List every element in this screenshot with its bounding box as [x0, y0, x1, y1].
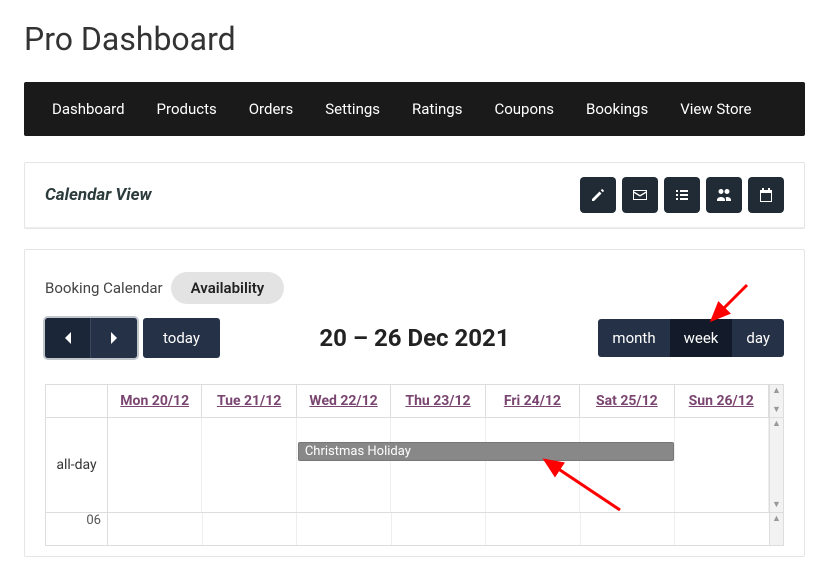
tab-booking-calendar[interactable]: Booking Calendar	[45, 279, 163, 297]
edit-button[interactable]	[580, 177, 616, 213]
allday-cell[interactable]	[675, 418, 769, 512]
allday-cell[interactable]	[202, 418, 296, 512]
day-header-tue[interactable]: Tue 21/12	[202, 385, 296, 417]
day-header-wed[interactable]: Wed 22/12	[297, 385, 391, 417]
users-button[interactable]	[706, 177, 742, 213]
list-button[interactable]	[664, 177, 700, 213]
all-day-label: all-day	[46, 418, 108, 512]
day-header-sat[interactable]: Sat 25/12	[580, 385, 674, 417]
hour-cell[interactable]	[297, 513, 392, 545]
nav-coupons[interactable]: Coupons	[478, 82, 570, 136]
day-header-thu[interactable]: Thu 23/12	[391, 385, 485, 417]
view-week[interactable]: week	[670, 319, 733, 357]
calendar-grid: Mon 20/12 Tue 21/12 Wed 22/12 Thu 23/12 …	[45, 384, 784, 546]
hour-row	[108, 513, 769, 545]
calendar-button[interactable]	[748, 177, 784, 213]
users-icon	[716, 187, 732, 203]
main-navbar: Dashboard Products Orders Settings Ratin…	[24, 82, 805, 136]
panel-actions	[580, 177, 784, 213]
triangle-up-icon: ▲	[772, 387, 781, 396]
panel-title: Calendar View	[45, 185, 152, 205]
view-day[interactable]: day	[732, 319, 784, 357]
calendar-panel: Calendar View	[24, 162, 805, 229]
allday-cell[interactable]	[580, 418, 674, 512]
view-month[interactable]: month	[598, 319, 669, 357]
day-header-mon[interactable]: Mon 20/12	[108, 385, 202, 417]
allday-cell[interactable]	[297, 418, 391, 512]
allday-cell[interactable]	[108, 418, 202, 512]
chevron-right-icon	[109, 331, 119, 345]
hour-cell[interactable]	[392, 513, 487, 545]
list-icon	[674, 187, 690, 203]
allday-cell[interactable]	[391, 418, 485, 512]
hour-cell[interactable]	[675, 513, 769, 545]
day-header-sun[interactable]: Sun 26/12	[675, 385, 769, 417]
triangle-up-icon: ▲	[772, 515, 781, 524]
mail-button[interactable]	[622, 177, 658, 213]
mail-icon	[632, 187, 648, 203]
day-header-fri[interactable]: Fri 24/12	[486, 385, 580, 417]
nav-products[interactable]: Products	[141, 82, 233, 136]
all-day-row: Christmas Holiday	[108, 418, 769, 512]
hour-cell[interactable]	[581, 513, 676, 545]
nav-dashboard[interactable]: Dashboard	[36, 82, 141, 136]
triangle-down-icon: ▼	[772, 406, 781, 415]
hour-cell[interactable]	[486, 513, 581, 545]
nav-ratings[interactable]: Ratings	[396, 82, 478, 136]
calendar-icon	[758, 187, 774, 203]
prev-button[interactable]	[45, 318, 91, 358]
booking-panel: Booking Calendar Availability today 20 –…	[24, 249, 805, 557]
next-button[interactable]	[91, 318, 137, 358]
nav-view-store[interactable]: View Store	[664, 82, 767, 136]
view-switch: month week day	[598, 319, 784, 357]
hour-cell[interactable]	[203, 513, 298, 545]
allday-scroll-gutter[interactable]: ▲ ▼	[769, 418, 783, 512]
date-range: 20 – 26 Dec 2021	[319, 324, 509, 352]
hours-scroll-gutter[interactable]: ▲ ▼	[769, 513, 783, 545]
header-scroll-gutter[interactable]: ▲ ▼	[769, 385, 783, 417]
tab-availability[interactable]: Availability	[171, 272, 285, 304]
hour-cell[interactable]	[108, 513, 203, 545]
nav-bookings[interactable]: Bookings	[570, 82, 664, 136]
booking-tabs: Booking Calendar Availability	[45, 272, 784, 304]
page-title: Pro Dashboard	[24, 20, 805, 58]
nav-button-group	[45, 318, 137, 358]
triangle-up-icon: ▲	[772, 420, 781, 429]
hour-label-06: 06	[46, 513, 108, 545]
nav-settings[interactable]: Settings	[309, 82, 396, 136]
today-button[interactable]: today	[143, 318, 220, 358]
edit-icon	[590, 187, 606, 203]
event-christmas-holiday[interactable]: Christmas Holiday	[298, 442, 674, 461]
allday-cell[interactable]	[486, 418, 580, 512]
panel-header: Calendar View	[25, 163, 804, 228]
calendar-controls: today 20 – 26 Dec 2021 month week day	[45, 318, 784, 358]
chevron-left-icon	[63, 331, 73, 345]
triangle-down-icon: ▼	[772, 501, 781, 510]
nav-orders[interactable]: Orders	[233, 82, 310, 136]
